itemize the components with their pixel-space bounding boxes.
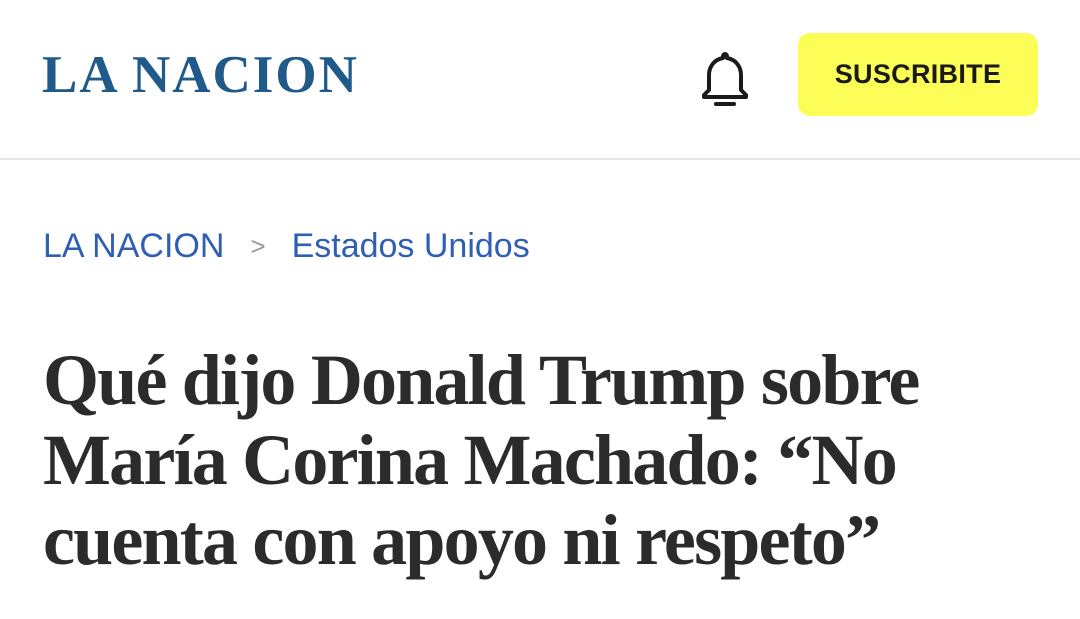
breadcrumb-separator: > [250, 230, 266, 261]
article-headline: Qué dijo Donald Trump sobre María Corina… [43, 340, 920, 580]
bell-icon[interactable] [693, 46, 757, 110]
subscribe-button[interactable]: SUSCRIBITE [798, 33, 1038, 116]
breadcrumb-item-home[interactable]: LA NACION [43, 227, 224, 266]
breadcrumb-item-section[interactable]: Estados Unidos [292, 227, 530, 266]
site-logo[interactable]: LA NACION [42, 44, 359, 106]
breadcrumb: LA NACION > Estados Unidos [43, 224, 530, 268]
site-header: LA NACION SUSCRIBITE [0, 0, 1080, 160]
